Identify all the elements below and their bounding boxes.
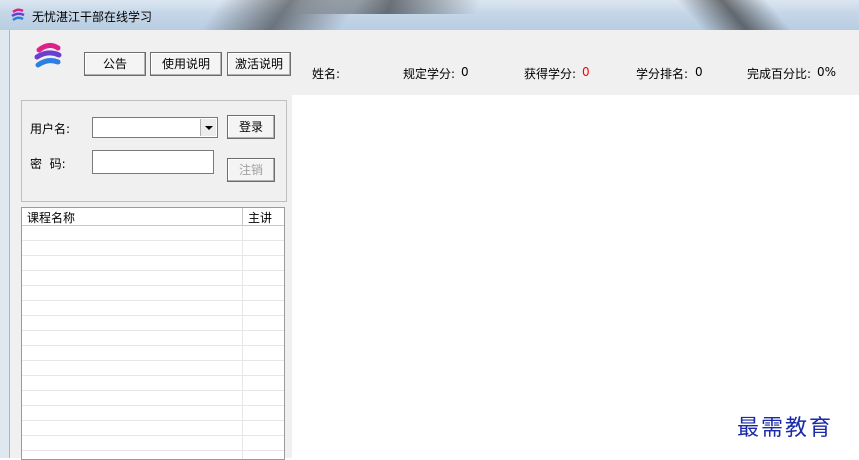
table-row-gridline [22,450,284,451]
app-logo-icon [34,42,62,68]
table-row-gridline [22,420,284,421]
password-label: 密 码: [30,157,66,171]
column-gridline [242,226,243,459]
table-row-gridline [22,345,284,346]
completion-percent-value: 0% [817,65,837,79]
credit-rank-label: 学分排名: [636,67,689,81]
earned-credits-value: 0 [582,65,590,79]
table-row-gridline [22,285,284,286]
required-credits-label: 规定学分: [403,67,456,81]
earned-credits-label: 获得学分: [524,67,577,81]
window-title: 无忧湛江干部在线学习 [32,10,153,24]
course-list: 课程名称 主讲 [21,207,285,460]
credit-rank-value: 0 [695,65,703,79]
activation-instructions-button[interactable]: 激活说明 [227,52,291,76]
usage-instructions-button[interactable]: 使用说明 [150,52,222,76]
required-credits-value: 0 [461,65,469,79]
column-divider[interactable] [242,208,243,225]
login-button[interactable]: 登录 [227,115,275,139]
table-row-gridline [22,330,284,331]
logout-button[interactable]: 注销 [227,158,275,182]
table-row-gridline [22,375,284,376]
user-info-bar: 姓名: 规定学分: 0 获得学分: 0 学分排名: 0 完成百分比: 0% [298,46,859,94]
table-row-gridline [22,390,284,391]
titlebar-decoration [296,0,484,14]
chevron-down-icon[interactable] [200,119,216,136]
username-combobox[interactable] [92,117,218,138]
table-row-gridline [22,405,284,406]
password-field[interactable] [92,150,214,174]
username-label: 用户名: [30,122,71,136]
app-logo-icon [11,8,25,22]
announcement-button[interactable]: 公告 [84,52,146,76]
table-row-gridline [22,270,284,271]
column-header-lecturer[interactable]: 主讲 [248,209,272,226]
table-row-gridline [22,315,284,316]
completion-percent-label: 完成百分比: [747,67,812,81]
name-label: 姓名: [312,67,341,81]
watermark-text: 最需教育 [737,416,834,441]
table-row-gridline [22,255,284,256]
column-header-course-name[interactable]: 课程名称 [27,209,75,226]
table-row-gridline [22,435,284,436]
table-row-gridline [22,240,284,241]
table-row-gridline [22,360,284,361]
window-left-border [0,30,10,458]
main-content-area [292,95,859,458]
table-row-gridline [22,300,284,301]
course-list-header: 课程名称 主讲 [22,208,284,226]
titlebar-decoration [671,0,799,30]
title-bar: 无忧湛江干部在线学习 [0,0,859,30]
